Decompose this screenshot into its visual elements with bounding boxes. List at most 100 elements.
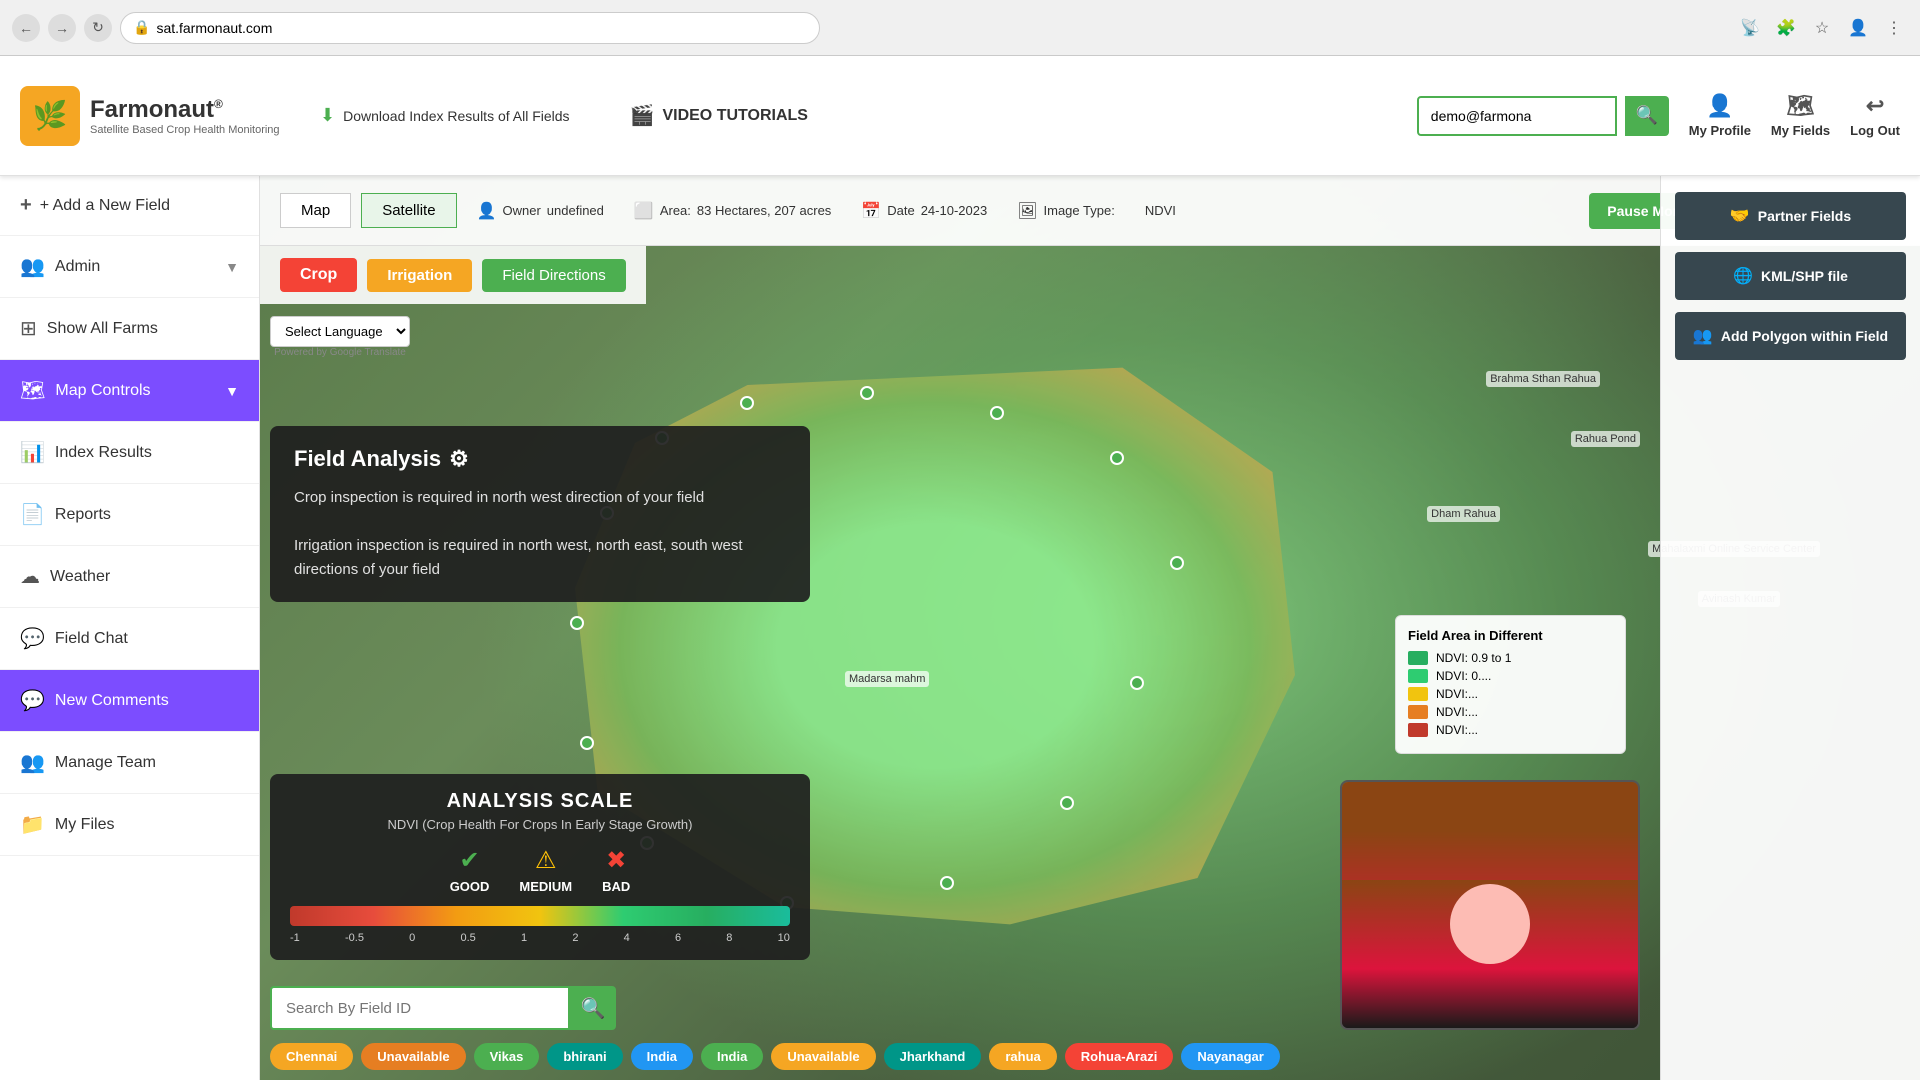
kml-shp-button[interactable]: 🌐 KML/SHP file xyxy=(1675,252,1906,300)
scale-bad: ✖ BAD xyxy=(602,846,630,894)
scale-medium: ⚠ MEDIUM xyxy=(519,846,572,894)
person-head xyxy=(1450,884,1530,964)
download-icon: ⬇ xyxy=(320,105,335,126)
sidebar-item-field-chat[interactable]: 💬 Field Chat xyxy=(0,608,259,670)
my-profile-label: My Profile xyxy=(1689,123,1751,138)
profile-icon[interactable]: 👤 xyxy=(1844,14,1872,42)
logo-text: Farmonaut® Satellite Based Crop Health M… xyxy=(90,96,280,136)
sidebar-item-index-results[interactable]: 📊 Index Results xyxy=(0,422,259,484)
image-type-info: 🖼 Image Type: xyxy=(1007,201,1125,221)
good-icon: ✔ xyxy=(460,846,480,875)
scale-good: ✔ GOOD xyxy=(450,846,490,894)
sidebar-item-my-files[interactable]: 📁 My Files xyxy=(0,794,259,856)
my-fields-button[interactable]: 🗺 My Fields xyxy=(1771,93,1830,138)
tag-india-2[interactable]: India xyxy=(701,1043,763,1070)
sidebar-item-new-comments[interactable]: 💬 New Comments xyxy=(0,670,259,732)
ndvi-label-5: NDVI:... xyxy=(1436,723,1478,737)
sidebar-item-map-controls[interactable]: 🗺 Map Controls ▼ xyxy=(0,360,259,422)
tags-bar: Chennai Unavailable Vikas bhirani India … xyxy=(260,1032,1920,1080)
date-value: 24-10-2023 xyxy=(921,203,988,218)
nav-actions: 👤 My Profile 🗺 My Fields ↩ Log Out xyxy=(1689,93,1900,138)
admin-chevron-icon: ▼ xyxy=(225,259,239,275)
field-analysis-panel: Field Analysis ⚙ Crop inspection is requ… xyxy=(270,426,810,602)
browser-bar: ← → ↻ 🔒 sat.farmonaut.com 📡 🧩 ☆ 👤 ⋮ xyxy=(0,0,1920,56)
tag-rahua[interactable]: rahua xyxy=(989,1043,1056,1070)
reload-button[interactable]: ↻ xyxy=(84,14,112,42)
tag-jharkhand[interactable]: Jharkhand xyxy=(884,1043,982,1070)
field-directions-button[interactable]: Field Directions xyxy=(482,259,625,292)
ndvi-color-4 xyxy=(1408,705,1428,719)
tag-nayanagar[interactable]: Nayanagar xyxy=(1181,1043,1279,1070)
logo-section: 🌿 Farmonaut® Satellite Based Crop Health… xyxy=(20,86,280,146)
my-fields-label: My Fields xyxy=(1771,123,1830,138)
nav-search-section: 🔍 xyxy=(1417,96,1669,136)
nav-search-button[interactable]: 🔍 xyxy=(1625,96,1669,136)
field-marker xyxy=(860,386,874,400)
irrigation-inspection-text: Irrigation inspection is required in nor… xyxy=(294,534,786,582)
search-field-icon: 🔍 xyxy=(581,996,606,1021)
tag-vikas[interactable]: Vikas xyxy=(474,1043,540,1070)
sidebar-item-admin[interactable]: 👥 Admin ▼ xyxy=(0,236,259,298)
bookmark-icon[interactable]: ☆ xyxy=(1808,14,1836,42)
sidebar-item-reports[interactable]: 📄 Reports xyxy=(0,484,259,546)
back-button[interactable]: ← xyxy=(12,14,40,42)
fields-nav-icon: 🗺 xyxy=(1787,93,1815,119)
field-marker xyxy=(940,876,954,890)
tag-unavailable-2[interactable]: Unavailable xyxy=(771,1043,875,1070)
sidebar-item-show-all-farms[interactable]: ⊞ Show All Farms xyxy=(0,298,259,360)
field-marker xyxy=(570,616,584,630)
sidebar-item-manage-team[interactable]: 👥 Manage Team xyxy=(0,732,259,794)
language-select[interactable]: Select Language xyxy=(270,316,410,347)
field-marker xyxy=(740,396,754,410)
video-person xyxy=(1342,782,1638,1028)
profile-nav-icon: 👤 xyxy=(1706,93,1733,119)
log-out-button[interactable]: ↩ Log Out xyxy=(1850,93,1900,138)
field-marker xyxy=(990,406,1004,420)
ndvi-row-4: NDVI:... xyxy=(1408,705,1613,719)
download-button[interactable]: ⬇ Download Index Results of All Fields xyxy=(300,95,590,136)
partner-fields-button[interactable]: 🤝 Partner Fields xyxy=(1675,192,1906,240)
video-tutorials-button[interactable]: 🎬 VIDEO TUTORIALS xyxy=(610,93,828,138)
tag-chennai[interactable]: Chennai xyxy=(270,1043,353,1070)
ndvi-row-1: NDVI: 0.9 to 1 xyxy=(1408,651,1613,665)
add-new-field-button[interactable]: + + Add a New Field xyxy=(0,176,259,236)
search-field-button[interactable]: 🔍 xyxy=(570,986,616,1030)
address-bar[interactable]: 🔒 sat.farmonaut.com xyxy=(120,12,820,44)
map-controls-label: Map Controls xyxy=(55,382,150,400)
forward-button[interactable]: → xyxy=(48,14,76,42)
tag-bhirani[interactable]: bhirani xyxy=(547,1043,622,1070)
sidebar-item-weather[interactable]: ☁ Weather xyxy=(0,546,259,608)
map-tab-satellite[interactable]: Satellite xyxy=(361,193,456,228)
menu-icon[interactable]: ⋮ xyxy=(1880,14,1908,42)
ndvi-color-2 xyxy=(1408,669,1428,683)
scale-title: ANALYSIS SCALE xyxy=(290,790,790,813)
image-type-label: Image Type: xyxy=(1044,203,1115,218)
field-marker xyxy=(1060,796,1074,810)
map-container[interactable]: Brahma Sthan Rahua Dham Rahua Rahua Pond… xyxy=(260,176,1920,1080)
sidebar: + + Add a New Field 👥 Admin ▼ ⊞ Show All… xyxy=(0,176,260,1080)
logo-icon: 🌿 xyxy=(20,86,80,146)
main-area: + + Add a New Field 👥 Admin ▼ ⊞ Show All… xyxy=(0,176,1920,1080)
admin-icon: 👥 xyxy=(20,254,45,279)
irrigation-button[interactable]: Irrigation xyxy=(367,259,472,292)
show-all-farms-icon: ⊞ xyxy=(20,316,37,341)
owner-icon: 👤 xyxy=(477,201,497,221)
map-tab-map[interactable]: Map xyxy=(280,193,351,228)
tag-unavailable-1[interactable]: Unavailable xyxy=(361,1043,465,1070)
search-field-input[interactable] xyxy=(270,986,570,1030)
cast-icon[interactable]: 📡 xyxy=(1736,14,1764,42)
medium-icon: ⚠ xyxy=(535,846,557,875)
search-icon: 🔍 xyxy=(1636,105,1658,126)
tag-india-1[interactable]: India xyxy=(631,1043,693,1070)
nav-search-input[interactable] xyxy=(1417,96,1617,136)
ndvi-color-3 xyxy=(1408,687,1428,701)
scale-legend: ✔ GOOD ⚠ MEDIUM ✖ BAD xyxy=(290,846,790,894)
extensions-icon[interactable]: 🧩 xyxy=(1772,14,1800,42)
crop-button[interactable]: Crop xyxy=(280,258,357,292)
owner-value: undefined xyxy=(547,203,604,218)
tag-rohua-arazi[interactable]: Rohua-Arazi xyxy=(1065,1043,1174,1070)
logout-nav-icon: ↩ xyxy=(1866,93,1884,119)
add-polygon-button[interactable]: 👥 Add Polygon within Field xyxy=(1675,312,1906,360)
my-profile-button[interactable]: 👤 My Profile xyxy=(1689,93,1751,138)
ndvi-legend-title: Field Area in Different xyxy=(1408,628,1613,643)
